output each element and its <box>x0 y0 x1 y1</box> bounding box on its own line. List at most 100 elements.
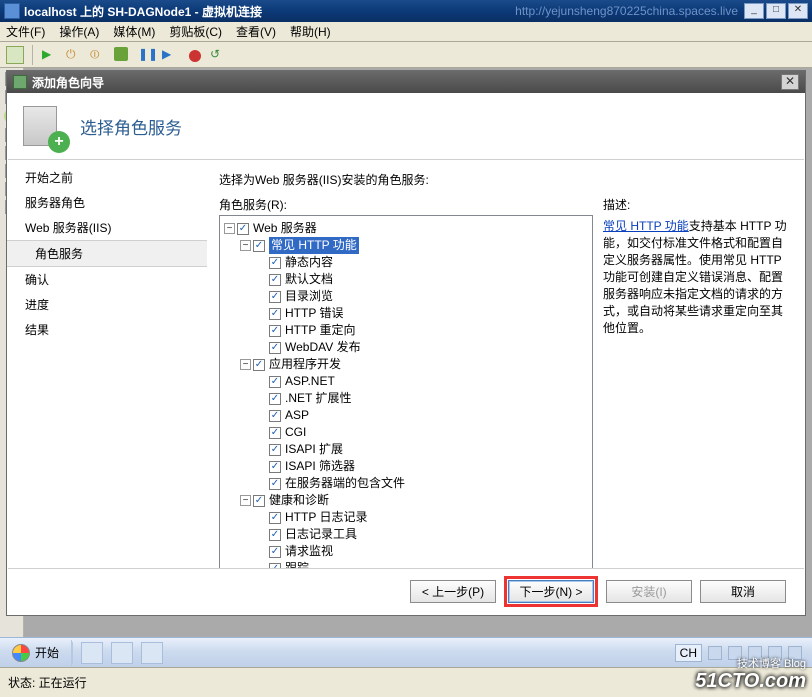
nav-confirm[interactable]: 确认 <box>7 267 207 292</box>
minimize-button[interactable]: _ <box>744 3 764 19</box>
menu-file[interactable]: 文件(F) <box>6 23 45 40</box>
app-icon <box>4 3 20 19</box>
ctrl-alt-del-icon[interactable] <box>6 46 24 64</box>
maximize-button[interactable]: □ <box>766 3 786 19</box>
description-link[interactable]: 常见 HTTP 功能 <box>603 219 689 233</box>
close-button[interactable]: ✕ <box>788 3 808 19</box>
tray-icon-3[interactable] <box>748 646 762 660</box>
node-httpredir[interactable]: HTTP 重定向 <box>285 322 355 339</box>
vm-status-bar: 状态: 正在运行 <box>0 667 812 697</box>
taskbar-app-2[interactable] <box>111 642 133 664</box>
expander-icon[interactable]: − <box>240 240 251 251</box>
pause-icon[interactable]: ❚❚ <box>137 46 155 64</box>
windows-orb-icon <box>12 644 30 662</box>
checkbox[interactable] <box>269 342 281 354</box>
checkbox[interactable] <box>269 257 281 269</box>
node-http[interactable]: 常见 HTTP 功能 <box>269 237 359 254</box>
node-aspnet[interactable]: ASP.NET <box>285 373 335 390</box>
checkbox[interactable] <box>269 325 281 337</box>
tray-icon-4[interactable] <box>768 646 782 660</box>
nav-progress[interactable]: 进度 <box>7 292 207 317</box>
start-button[interactable]: 开始 <box>0 640 72 666</box>
node-isapiflt[interactable]: ISAPI 筛选器 <box>285 458 355 475</box>
checkbox[interactable] <box>269 478 281 490</box>
reset-icon[interactable]: ▶ <box>161 46 179 64</box>
checkbox[interactable] <box>269 274 281 286</box>
wizard-heading: 选择角色服务 <box>80 114 182 139</box>
expander-icon[interactable]: − <box>224 223 235 234</box>
node-web[interactable]: Web 服务器 <box>253 220 317 237</box>
nav-result[interactable]: 结果 <box>7 317 207 342</box>
checkbox[interactable] <box>269 393 281 405</box>
checkbox[interactable] <box>269 529 281 541</box>
node-webdav[interactable]: WebDAV 发布 <box>285 339 361 356</box>
prompt-text: 选择为Web 服务器(IIS)安装的角色服务: <box>219 171 793 188</box>
tray-icon-2[interactable] <box>728 646 742 660</box>
vm-status-text: 状态: 正在运行 <box>8 674 87 691</box>
next-button[interactable]: 下一步(N) > <box>508 580 594 603</box>
node-logtools[interactable]: 日志记录工具 <box>285 526 357 543</box>
wizard-title: 添加角色向导 <box>32 74 781 91</box>
node-static[interactable]: 静态内容 <box>285 254 333 271</box>
node-netext[interactable]: .NET 扩展性 <box>285 390 351 407</box>
menu-bar: 文件(F) 操作(A) 媒体(M) 剪贴板(C) 查看(V) 帮助(H) <box>0 22 812 42</box>
checkbox[interactable] <box>253 359 265 371</box>
checkbox[interactable] <box>269 546 281 558</box>
start-icon[interactable]: ▶ <box>41 46 59 64</box>
checkbox[interactable] <box>253 240 265 252</box>
wizard-close-button[interactable]: ✕ <box>781 74 799 90</box>
taskbar-app-1[interactable] <box>81 642 103 664</box>
expander-icon[interactable]: − <box>240 359 251 370</box>
ghost-url: http://yejunsheng870225china.spaces.live <box>515 4 738 18</box>
node-health[interactable]: 健康和诊断 <box>269 492 329 509</box>
nav-web[interactable]: Web 服务器(IIS) <box>7 215 207 240</box>
taskbar: 开始 CH <box>0 637 812 667</box>
node-isapiext[interactable]: ISAPI 扩展 <box>285 441 343 458</box>
nav-roles[interactable]: 服务器角色 <box>7 190 207 215</box>
expander-icon[interactable]: − <box>240 495 251 506</box>
checkbox[interactable] <box>237 223 249 235</box>
checkbox[interactable] <box>269 376 281 388</box>
node-dirbrowse[interactable]: 目录浏览 <box>285 288 333 305</box>
checkbox[interactable] <box>269 291 281 303</box>
node-cgi[interactable]: CGI <box>285 424 306 441</box>
node-reqmon[interactable]: 请求监视 <box>285 543 333 560</box>
nav-before[interactable]: 开始之前 <box>7 165 207 190</box>
node-appdev[interactable]: 应用程序开发 <box>269 356 341 373</box>
tray-icon-5[interactable] <box>788 646 802 660</box>
language-indicator[interactable]: CH <box>675 644 702 662</box>
node-ssi[interactable]: 在服务器端的包含文件 <box>285 475 405 492</box>
node-httperr[interactable]: HTTP 错误 <box>285 305 343 322</box>
window-title: localhost 上的 SH-DAGNode1 - 虚拟机连接 <box>24 3 515 20</box>
node-defaultdoc[interactable]: 默认文档 <box>285 271 333 288</box>
prev-button[interactable]: < 上一步(P) <box>410 580 496 603</box>
checkbox[interactable] <box>269 308 281 320</box>
role-services-tree[interactable]: −Web 服务器 −常见 HTTP 功能 静态内容 默认文档 目录浏览 HTTP… <box>219 215 593 584</box>
checkbox[interactable] <box>253 495 265 507</box>
tray-icon-1[interactable] <box>708 646 722 660</box>
menu-action[interactable]: 操作(A) <box>59 23 99 40</box>
wizard-nav: 开始之前 服务器角色 Web 服务器(IIS) 角色服务 确认 进度 结果 <box>7 93 207 615</box>
shutdown-icon[interactable]: ⏼ <box>89 46 107 64</box>
checkbox[interactable] <box>269 427 281 439</box>
snapshot-icon[interactable] <box>185 46 203 64</box>
revert-icon[interactable]: ↺ <box>209 46 227 64</box>
save-icon[interactable] <box>113 46 131 64</box>
taskbar-app-3[interactable] <box>141 642 163 664</box>
node-httplog[interactable]: HTTP 日志记录 <box>285 509 367 526</box>
checkbox[interactable] <box>269 410 281 422</box>
menu-help[interactable]: 帮助(H) <box>290 23 331 40</box>
checkbox[interactable] <box>269 444 281 456</box>
menu-media[interactable]: 媒体(M) <box>113 23 155 40</box>
tree-label: 角色服务(R): <box>219 196 593 213</box>
checkbox[interactable] <box>269 512 281 524</box>
description-text: 常见 HTTP 功能支持基本 HTTP 功能，如交付标准文件格式和配置自定义服务… <box>603 217 793 336</box>
wizard-title-bar: 添加角色向导 ✕ <box>7 71 805 93</box>
turnoff-icon[interactable]: ⏻ <box>65 46 83 64</box>
node-asp[interactable]: ASP <box>285 407 309 424</box>
checkbox[interactable] <box>269 461 281 473</box>
cancel-button[interactable]: 取消 <box>700 580 786 603</box>
nav-role-services[interactable]: 角色服务 <box>7 240 207 267</box>
menu-clipboard[interactable]: 剪贴板(C) <box>169 23 222 40</box>
menu-view[interactable]: 查看(V) <box>236 23 276 40</box>
